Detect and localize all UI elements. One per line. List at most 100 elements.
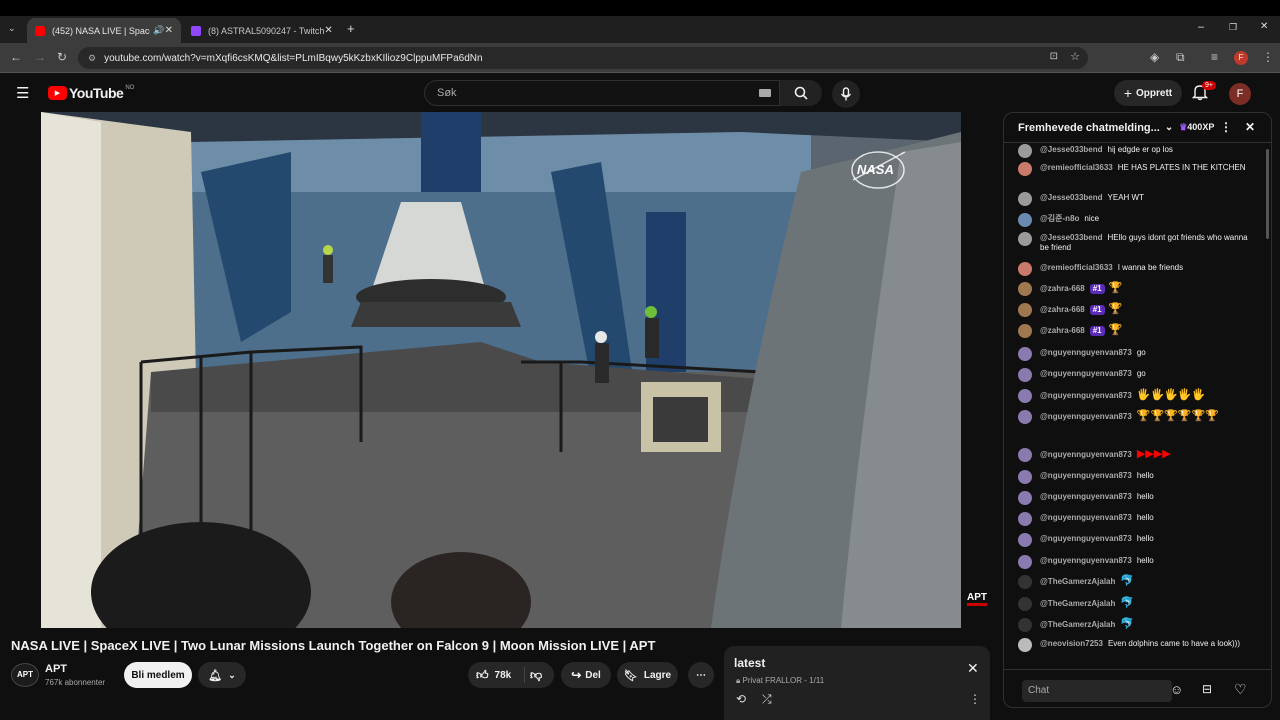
chat-message[interactable]: @TheGamerzAjalah 🐬 — [1018, 575, 1258, 589]
maximize-icon[interactable]: ❐ — [1229, 22, 1237, 33]
forward-icon[interactable]: → — [34, 50, 46, 64]
install-app-icon[interactable]: ⊡ — [1050, 51, 1058, 62]
address-bar[interactable]: ⚙ youtube.com/watch?v=mXqfi6csKMQ&list=P… — [78, 47, 1088, 69]
chat-author-name[interactable]: @nguyennguyenvan873 — [1040, 471, 1132, 480]
chat-message[interactable]: @Jesse033bend HEllo guys idont got friend… — [1018, 232, 1258, 253]
chat-author-avatar[interactable] — [1018, 575, 1032, 589]
search-input[interactable]: Søk — [424, 80, 780, 106]
speaker-icon[interactable]: 🔊 — [153, 25, 164, 36]
chat-message[interactable]: @nguyennguyenvan873 go — [1018, 347, 1258, 361]
chat-author-name[interactable]: @nguyennguyenvan873 — [1040, 450, 1132, 459]
chat-author-avatar[interactable] — [1018, 491, 1032, 505]
chat-message[interactable]: @zahra-668 #1 🏆 — [1018, 303, 1258, 317]
chat-author-avatar[interactable] — [1018, 555, 1032, 569]
browser-menu-icon[interactable]: ⋮ — [1262, 50, 1274, 64]
video-player[interactable]: NASA — [41, 112, 961, 628]
close-tab-icon[interactable]: ✕ — [324, 25, 332, 36]
chat-author-name[interactable]: @zahra-668 — [1040, 305, 1085, 314]
site-info-icon[interactable]: ⚙ — [88, 53, 96, 64]
chat-author-name[interactable]: @nguyennguyenvan873 — [1040, 534, 1132, 543]
emoji-icon[interactable]: ☺ — [1170, 682, 1183, 697]
chat-scrollbar[interactable] — [1266, 149, 1269, 239]
chat-author-name[interactable]: @nguyennguyenvan873 — [1040, 412, 1132, 421]
chat-author-avatar[interactable] — [1018, 512, 1032, 526]
playlist-more-icon[interactable]: ⋮ — [969, 692, 981, 706]
chat-message[interactable]: @Jesse033bend hij edgde er op los — [1018, 144, 1258, 158]
chat-message[interactable]: @nguyennguyenvan873 hello — [1018, 512, 1258, 526]
chat-message[interactable]: @nguyennguyenvan873 ▶▶▶▶ — [1018, 448, 1258, 462]
chat-message[interactable]: @remieofficial3633 I wanna be friends — [1018, 262, 1258, 276]
chat-author-avatar[interactable] — [1018, 470, 1032, 484]
chat-author-name[interactable]: @zahra-668 — [1040, 284, 1085, 293]
close-chat-icon[interactable]: ✕ — [1245, 120, 1255, 134]
chat-author-name[interactable]: @Jesse033bend — [1040, 145, 1103, 154]
chat-message[interactable]: @TheGamerzAjalah 🐬 — [1018, 618, 1258, 632]
chat-author-name[interactable]: @neovision7253 — [1040, 639, 1103, 648]
chat-author-avatar[interactable] — [1018, 389, 1032, 403]
chat-author-avatar[interactable] — [1018, 368, 1032, 382]
chat-author-name[interactable]: @nguyennguyenvan873 — [1040, 556, 1132, 565]
chat-author-name[interactable]: @Jesse033bend — [1040, 233, 1103, 242]
save-button[interactable]: 🔖︎ Lagre — [617, 662, 678, 688]
chat-author-avatar[interactable] — [1018, 192, 1032, 206]
chat-author-avatar[interactable] — [1018, 597, 1032, 611]
back-icon[interactable]: ← — [10, 50, 22, 64]
thumbs-down-icon[interactable]: 👎︎ — [530, 668, 542, 683]
chat-author-name[interactable]: @Jesse033bend — [1040, 193, 1103, 202]
chat-author-avatar[interactable] — [1018, 282, 1032, 296]
chat-author-avatar[interactable] — [1018, 144, 1032, 158]
chat-author-name[interactable]: @nguyennguyenvan873 — [1040, 513, 1132, 522]
chat-mode-label[interactable]: Fremhevede chatmelding... — [1018, 122, 1160, 134]
chat-author-name[interactable]: @remieofficial3633 — [1040, 163, 1113, 172]
shuffle-icon[interactable]: ⤮ — [762, 692, 772, 707]
chat-message[interactable]: @nguyennguyenvan873 hello — [1018, 491, 1258, 505]
voice-search-button[interactable] — [832, 80, 860, 108]
xp-badge[interactable]: ♛400XP — [1179, 122, 1214, 133]
chat-author-avatar[interactable] — [1018, 213, 1032, 227]
chat-message[interactable]: @remieofficial3633 HE HAS PLATES IN THE K… — [1018, 162, 1258, 176]
super-chat-icon[interactable]: ⊟ — [1202, 682, 1212, 696]
chat-input[interactable]: Chat — [1022, 680, 1172, 702]
heart-icon[interactable]: ♡ — [1234, 681, 1247, 698]
channel-name[interactable]: APT — [45, 663, 67, 675]
join-button[interactable]: Bli medlem — [124, 662, 192, 688]
chat-author-name[interactable]: @nguyennguyenvan873 — [1040, 492, 1132, 501]
subscribe-notification-button[interactable]: 🔔︎ ⌄ — [198, 662, 246, 688]
chat-message[interactable]: @김준-n8o nice — [1018, 213, 1258, 227]
loop-icon[interactable]: ⟲ — [736, 692, 746, 706]
chat-author-name[interactable]: @TheGamerzAjalah — [1040, 599, 1115, 608]
more-actions-button[interactable]: ⋯ — [688, 662, 714, 688]
chevron-down-icon[interactable]: ⌄ — [1165, 122, 1173, 133]
chat-author-avatar[interactable] — [1018, 324, 1032, 338]
chat-author-name[interactable]: @remieofficial3633 — [1040, 263, 1113, 272]
chat-author-name[interactable]: @nguyennguyenvan873 — [1040, 369, 1132, 378]
bookmark-star-icon[interactable]: ☆ — [1070, 50, 1080, 63]
chat-author-avatar[interactable] — [1018, 303, 1032, 317]
chat-message[interactable]: @zahra-668 #1 🏆 — [1018, 282, 1258, 296]
chat-message[interactable]: @nguyennguyenvan873 go — [1018, 368, 1258, 382]
close-tab-icon[interactable]: ✕ — [165, 25, 173, 36]
chat-author-name[interactable]: @zahra-668 — [1040, 326, 1085, 335]
puzzle-icon[interactable]: ⧉ — [1176, 50, 1185, 65]
chat-author-name[interactable]: @TheGamerzAjalah — [1040, 620, 1115, 629]
chat-message[interactable]: @nguyennguyenvan873 hello — [1018, 470, 1258, 484]
chat-author-name[interactable]: @김준-n8o — [1040, 214, 1079, 223]
chat-author-avatar[interactable] — [1018, 533, 1032, 547]
thumbs-up-icon[interactable]: 👍︎ — [476, 668, 489, 683]
close-window-icon[interactable]: ✕ — [1260, 21, 1268, 32]
account-avatar[interactable]: F — [1229, 83, 1251, 105]
close-playlist-icon[interactable]: ✕ — [967, 660, 979, 677]
hamburger-menu-icon[interactable]: ☰ — [16, 84, 29, 102]
tab-youtube[interactable]: (452) NASA LIVE | SpaceX LI 🔊 ✕ — [27, 18, 181, 43]
tab-search-icon[interactable]: ⌄ — [8, 23, 16, 34]
search-button[interactable] — [780, 80, 822, 106]
chat-message[interactable]: @nguyennguyenvan873 hello — [1018, 555, 1258, 569]
minimize-icon[interactable]: – — [1198, 21, 1204, 33]
chat-author-name[interactable]: @nguyennguyenvan873 — [1040, 348, 1132, 357]
chat-author-avatar[interactable] — [1018, 162, 1032, 176]
notifications-button[interactable]: 9+ — [1191, 81, 1216, 106]
chat-author-avatar[interactable] — [1018, 448, 1032, 462]
tab-twitch[interactable]: (8) ASTRAL5090247 - Twitch ✕ — [183, 18, 340, 43]
channel-avatar[interactable]: APT — [11, 663, 39, 687]
chat-message[interactable]: @nguyennguyenvan873 🏆🏆🏆🏆🏆🏆 — [1018, 410, 1258, 424]
